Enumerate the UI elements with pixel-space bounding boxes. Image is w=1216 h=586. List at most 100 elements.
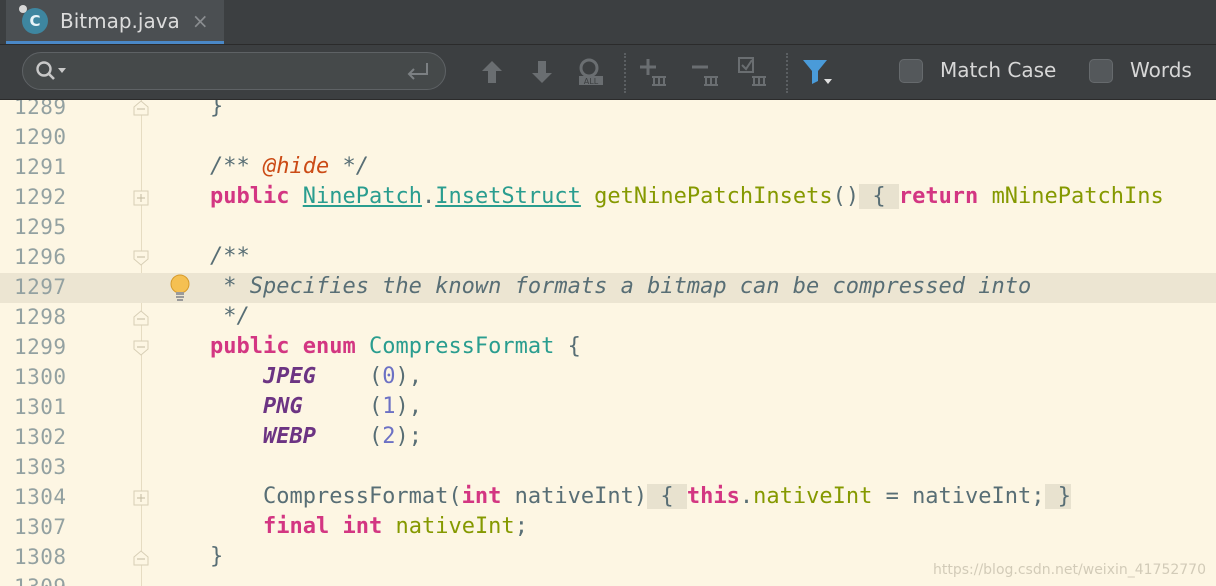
line-number: 1292 — [14, 185, 67, 209]
code-token: { — [859, 184, 899, 209]
code-line[interactable]: 1301 PNG (1), — [0, 393, 1216, 423]
code-line[interactable]: 1297 * Specifies the known formats a bit… — [0, 273, 1216, 303]
code-token: ), — [395, 394, 422, 419]
code-token: } — [210, 544, 224, 569]
code-token: InsetStruct — [435, 184, 581, 209]
code-text: final int nativeInt; — [210, 514, 528, 539]
line-number: 1298 — [14, 305, 67, 329]
search-input[interactable] — [77, 59, 411, 85]
collapse-fold-icon[interactable] — [133, 550, 149, 566]
code-token: . — [739, 484, 754, 509]
line-number: 1304 — [14, 485, 67, 509]
next-occurrence-icon[interactable] — [527, 57, 557, 87]
code-token: } — [210, 100, 224, 119]
code-token: nativeInt — [395, 514, 515, 539]
code-token: 2 — [382, 424, 396, 449]
collapse-fold-icon[interactable] — [133, 250, 149, 266]
select-all-occurrences-icon[interactable]: ALL — [576, 57, 606, 87]
code-token: CompressFormat — [368, 334, 555, 359]
code-token: ), — [395, 364, 422, 389]
code-token: */ — [329, 154, 369, 179]
code-token: final — [262, 514, 330, 539]
line-number: 1303 — [14, 455, 67, 479]
line-number: 1297 — [14, 275, 67, 299]
remove-selection-icon[interactable] — [690, 57, 720, 87]
search-history-icon[interactable] — [35, 60, 69, 82]
filter-icon[interactable] — [802, 57, 832, 87]
collapse-fold-icon[interactable] — [133, 100, 149, 116]
add-selection-icon[interactable] — [638, 57, 668, 87]
line-number: 1289 — [14, 100, 67, 119]
close-tab-icon[interactable]: × — [192, 9, 209, 33]
code-token: mNinePatchIns — [991, 184, 1164, 209]
code-text: * Specifies the known formats a bitmap c… — [210, 274, 1031, 299]
code-editor[interactable]: 1289} 1290 1291/** @hide */1292 public Nine… — [0, 100, 1216, 586]
search-box[interactable] — [22, 52, 446, 90]
code-line[interactable]: 1291 /** @hide */ — [0, 153, 1216, 183]
line-number: 1309 — [14, 575, 67, 586]
line-number: 1296 — [14, 245, 67, 269]
code-token: } — [1044, 484, 1072, 509]
code-token: ( — [302, 394, 383, 419]
tab-bitmap-java[interactable]: C Bitmap.java × — [6, 0, 224, 44]
code-text: public enum CompressFormat { — [210, 334, 581, 359]
line-number: 1295 — [14, 215, 67, 239]
code-line[interactable]: 1298 */ — [0, 303, 1216, 333]
code-token: enum — [302, 334, 356, 359]
code-line[interactable]: 1302 WEBP (2); — [0, 423, 1216, 453]
code-line[interactable]: 1289} — [0, 100, 1216, 123]
collapse-fold-icon[interactable] — [133, 310, 149, 326]
code-line[interactable]: 1299 public enum CompressFormat { — [0, 333, 1216, 363]
code-token: { — [554, 334, 581, 359]
words-checkbox[interactable] — [1089, 59, 1113, 83]
line-number: 1300 — [14, 365, 67, 389]
line-number: 1291 — [14, 155, 67, 179]
code-token: JPEG — [262, 364, 316, 389]
line-number: 1299 — [14, 335, 67, 359]
previous-occurrence-icon[interactable] — [477, 57, 507, 87]
line-number: 1307 — [14, 515, 67, 539]
code-token: public — [210, 184, 290, 209]
code-line[interactable]: 1303 — [0, 453, 1216, 483]
code-token: CompressFormat( — [210, 484, 462, 509]
find-toolbar: ALL Match Case Words — [0, 45, 1216, 100]
code-line[interactable]: 1296 /** — [0, 243, 1216, 273]
words-label[interactable]: Words — [1130, 58, 1192, 82]
line-number: 1290 — [14, 125, 67, 149]
line-number: 1301 — [14, 395, 67, 419]
code-text: } — [210, 100, 223, 119]
code-token: { — [647, 484, 687, 509]
code-token: * Specifies the known formats a bitmap c… — [210, 274, 1032, 299]
code-token: = nativeInt; — [872, 484, 1045, 509]
code-line[interactable]: 1300 JPEG (0), — [0, 363, 1216, 393]
code-text: public NinePatch.InsetStruct getNinePatc… — [210, 184, 1164, 209]
code-token: /** — [210, 244, 250, 269]
collapse-fold-icon[interactable] — [133, 340, 149, 356]
code-line[interactable]: 1290 — [0, 123, 1216, 153]
match-case-label[interactable]: Match Case — [940, 58, 1056, 82]
code-line[interactable]: 1307 final int nativeInt; — [0, 513, 1216, 543]
expand-fold-icon[interactable] — [133, 490, 149, 506]
code-line[interactable]: 1292 public NinePatch.InsetStruct getNine… — [0, 183, 1216, 213]
lightbulb-icon[interactable] — [168, 273, 192, 303]
select-all-checkbox-icon[interactable] — [738, 57, 768, 87]
code-line[interactable]: 1304 CompressFormat(int nativeInt) { thi… — [0, 483, 1216, 513]
expand-fold-icon[interactable] — [133, 190, 149, 206]
code-token: nativeInt — [753, 484, 873, 509]
code-line[interactable]: 1295 — [0, 213, 1216, 243]
code-token: @hide — [262, 154, 330, 179]
match-case-checkbox[interactable] — [899, 59, 923, 83]
code-token: nativeInt) — [501, 484, 648, 509]
code-token: ( — [315, 424, 383, 449]
code-token: WEBP — [262, 424, 316, 449]
code-token: getNinePatchInsets — [594, 184, 833, 209]
